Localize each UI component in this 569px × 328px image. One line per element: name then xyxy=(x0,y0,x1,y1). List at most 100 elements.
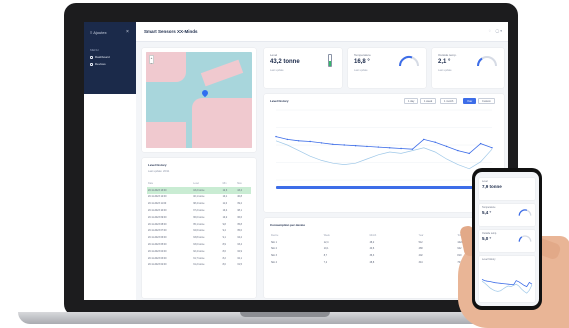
map-zoom-control[interactable]: + − xyxy=(149,55,154,65)
sidebar-item-devices[interactable]: Devices xyxy=(90,62,106,66)
kpi-card-outside-temp: Outside temp. 2,1 ° Last update xyxy=(432,48,504,88)
data-point xyxy=(343,144,345,146)
kpi-sub: Last update xyxy=(354,69,368,72)
table-row[interactable]: 20.11.2023 04:00 32,4 tonne 8,6 32,9 xyxy=(147,248,251,255)
table-cell: 37,2 tonne xyxy=(193,209,205,213)
table-cell: 20.11.2023 05:00 xyxy=(148,243,167,247)
table-cell: 20.11.2023 11:00 xyxy=(148,202,167,206)
table-row[interactable]: 20.11.2023 12:00 40,1 tonne 10,1 40,8 xyxy=(147,194,251,201)
table-cell: 20.11.2023 04:00 xyxy=(148,249,167,253)
table-cell: 12,3 xyxy=(221,186,237,194)
kpi-label: Temperature xyxy=(482,206,496,209)
table-cell: 35,0 xyxy=(237,229,242,233)
table-cell: 9,4 xyxy=(222,229,226,233)
column-header[interactable]: Min xyxy=(222,180,237,187)
history-table-card: Level history Last update: 20/11 Date Lev… xyxy=(142,158,256,298)
map-view[interactable]: + − xyxy=(146,52,252,148)
table-row[interactable]: 20.11.2023 05:00 33,0 tonne 8,9 33,4 xyxy=(147,241,251,248)
dashboard-icon xyxy=(90,55,93,59)
column-header[interactable]: Month xyxy=(369,232,418,239)
sidebar-item-dashboard[interactable]: Dashboard xyxy=(90,55,110,59)
data-point xyxy=(377,146,380,148)
table-cell: 468 xyxy=(418,247,423,251)
data-point xyxy=(332,143,334,145)
table-cell: 9,1 xyxy=(222,236,226,240)
column-header[interactable]: Device xyxy=(270,232,323,239)
table-cell: 8,9 xyxy=(222,243,226,247)
data-point xyxy=(286,138,289,141)
user-icon[interactable]: ◯ ▾ xyxy=(495,29,502,33)
map-pin-icon[interactable] xyxy=(200,88,210,98)
table-cell: 35,1 tonne xyxy=(193,222,205,226)
sidebar-item-label: Devices xyxy=(95,62,106,66)
table-cell: 8,7 xyxy=(323,254,328,258)
table-cell: 31,7 tonne xyxy=(193,256,205,260)
table-cell: 36,6 xyxy=(237,215,242,219)
table-cell: Silo 3 xyxy=(271,254,277,258)
table-cell: Silo 2 xyxy=(271,247,277,251)
table-cell: 43,2 xyxy=(236,186,251,194)
page-title: Smart Sensors XX-Minds xyxy=(144,29,198,34)
data-point xyxy=(298,140,300,142)
brand-logo[interactable]: ≡ Ajoutex xyxy=(90,30,107,35)
table-cell: 20.11.2023 07:00 xyxy=(148,229,167,233)
table-row[interactable]: 20.11.2023 13:00 43,2 tonne 12,3 43,2 xyxy=(147,186,251,194)
table-cell: 20.11.2023 06:00 xyxy=(148,236,167,240)
data-point xyxy=(388,147,391,149)
table-cell: 11,0 xyxy=(222,202,228,206)
data-point xyxy=(445,145,448,148)
data-point xyxy=(457,149,459,152)
data-point xyxy=(309,140,311,143)
table-cell: 32,4 tonne xyxy=(193,249,205,253)
table-row[interactable]: 20.11.2023 07:00 34,6 tonne 9,4 35,0 xyxy=(147,228,251,235)
data-point xyxy=(320,142,323,144)
gauge-icon xyxy=(518,209,532,216)
table-cell: 31,2 tonne xyxy=(193,263,205,267)
table-cell: 35,8 xyxy=(237,222,242,226)
table-cell: 20.11.2023 13:00 xyxy=(147,186,193,194)
kpi-value: 5,4 ° xyxy=(482,210,492,215)
table-row[interactable]: 20.11.2023 09:00 36,0 tonne 10,2 36,6 xyxy=(147,214,251,221)
table-row[interactable]: 20.11.2023 08:00 35,1 tonne 9,8 35,8 xyxy=(147,221,251,228)
data-point xyxy=(479,142,482,145)
table-cell: 10,1 xyxy=(323,247,329,251)
kpi-label: Level xyxy=(482,180,488,183)
sidebar: ≡ Ajoutex × MENU Dashboard Devices xyxy=(84,22,136,300)
table-cell: 36,0 tonne xyxy=(193,215,205,219)
table-cell: 10,4 xyxy=(222,209,228,213)
gauge-icon xyxy=(476,56,497,67)
series-line-2 xyxy=(481,280,533,294)
kpi-card-temperature: Temperature 16,8 ° Last update xyxy=(348,48,426,88)
series-line-1 xyxy=(481,279,533,288)
kpi-value: 5,0 ° xyxy=(482,236,492,241)
laptop-notch xyxy=(240,312,330,317)
table-header-row: Date Level Min Max xyxy=(147,180,251,187)
column-header[interactable]: Level xyxy=(192,180,221,187)
kpi-value: 43,2 tonne xyxy=(270,59,300,65)
table-row[interactable]: 20.11.2023 10:00 37,2 tonne 10,4 38,1 xyxy=(147,207,251,214)
table-row[interactable]: 20.11.2023 06:00 33,8 tonne 9,1 34,2 xyxy=(147,234,251,241)
table-row[interactable]: 20.11.2023 11:00 38,4 tonne 11,0 39,2 xyxy=(147,200,251,207)
battery-icon xyxy=(328,54,332,67)
table-title: Level history xyxy=(148,163,167,167)
column-header[interactable]: Max xyxy=(236,180,251,187)
close-icon[interactable]: × xyxy=(126,29,129,35)
kpi-label: Outside temp. xyxy=(438,53,457,57)
bell-icon[interactable]: ♢ xyxy=(488,29,491,33)
table-cell: 20.11.2023 02:00 xyxy=(148,263,167,267)
column-header[interactable]: Week xyxy=(323,232,369,239)
table-cell: 38,1 xyxy=(237,209,242,213)
table-cell: 10,1 xyxy=(222,195,228,199)
topbar-icons: ♢ ◯ ▾ xyxy=(488,29,502,33)
column-header[interactable]: Year xyxy=(418,232,457,239)
column-header[interactable]: Date xyxy=(147,180,192,187)
table-row[interactable]: 20.11.2023 03:00 31,7 tonne 8,2 32,1 xyxy=(147,255,251,262)
table-cell: 10,2 xyxy=(222,215,228,219)
data-point xyxy=(411,148,414,150)
table-cell: 20.11.2023 10:00 xyxy=(148,209,167,213)
data-point xyxy=(400,147,402,150)
table-cell: 33,0 tonne xyxy=(193,243,205,247)
map-card: + − xyxy=(142,48,256,152)
gauge-icon xyxy=(398,56,419,67)
table-row[interactable]: 20.11.2023 02:00 31,2 tonne 8,0 31,5 xyxy=(147,262,251,269)
